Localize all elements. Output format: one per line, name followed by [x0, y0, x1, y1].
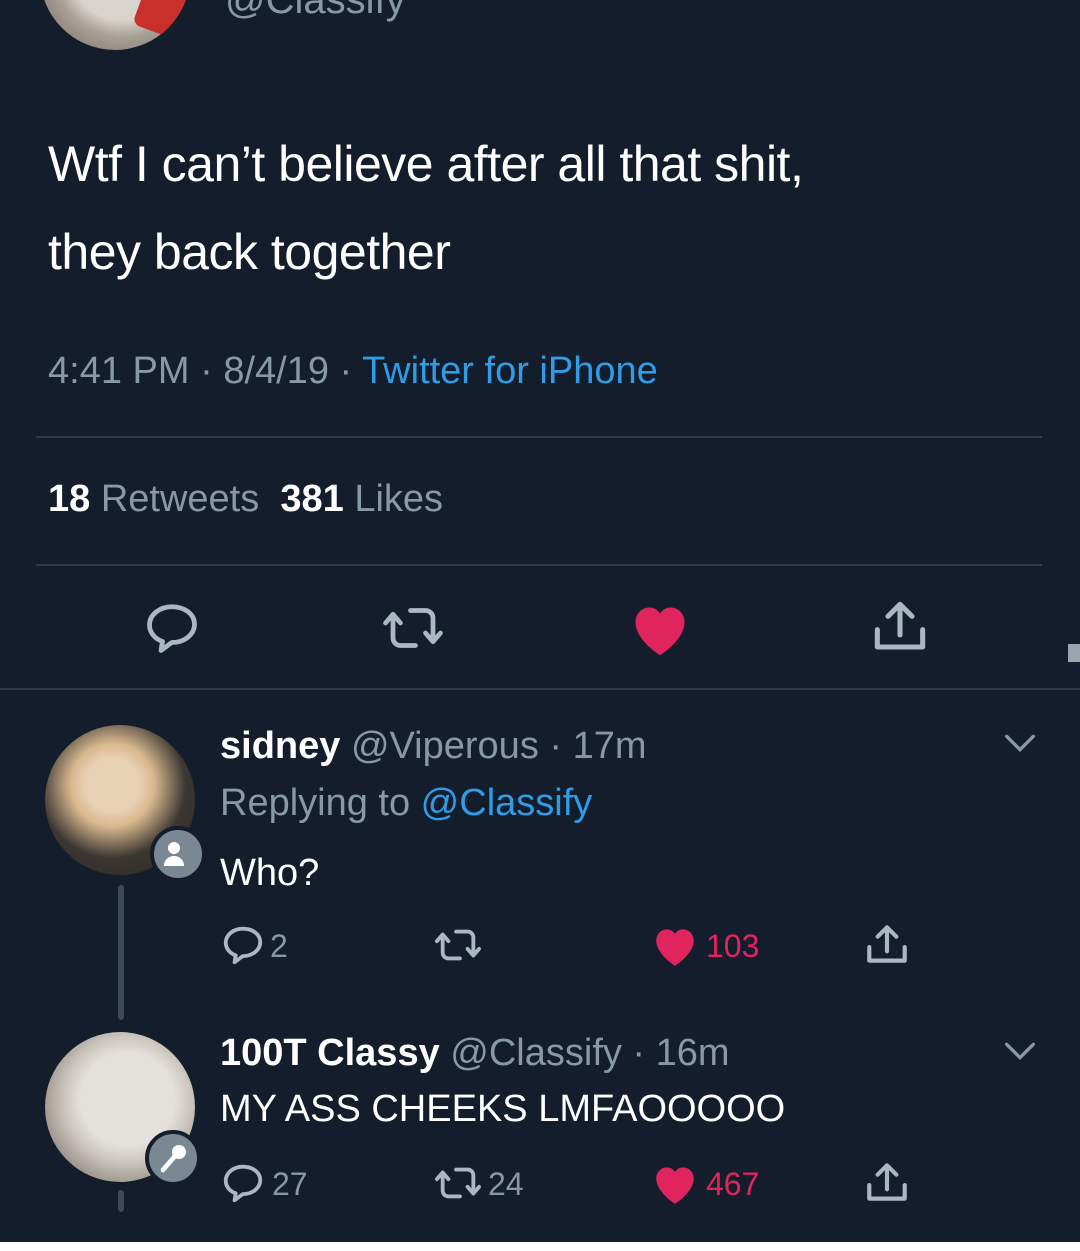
reply-icon[interactable] [220, 922, 266, 968]
like-count: 467 [706, 1166, 760, 1202]
retweets-count: 18 [48, 478, 91, 520]
reply-count: 27 [272, 1166, 308, 1202]
reply-text: Who? [220, 852, 320, 894]
divider [36, 436, 1042, 438]
reply-count: 2 [270, 928, 288, 964]
meta-separator: · [189, 350, 224, 392]
meta-separator: · [328, 350, 363, 392]
author-avatar[interactable] [40, 0, 190, 50]
thread-line [118, 885, 124, 1020]
user-icon [164, 842, 184, 866]
replying-to: Replying to @Classify [220, 782, 592, 825]
retweet-icon[interactable] [432, 1160, 484, 1206]
reply-text: MY ASS CHEEKS LMFAOOOOO [220, 1088, 786, 1130]
tweet-source-link[interactable]: Twitter for iPhone [362, 350, 658, 392]
tweet-time: 4:41 PM [48, 350, 190, 392]
replying-label: Replying to [220, 782, 421, 824]
mic-badge-icon [145, 1130, 201, 1186]
likes-stat[interactable]: 381 Likes [280, 478, 443, 520]
replying-to-handle[interactable]: @Classify [421, 782, 593, 824]
chevron-down-icon[interactable] [1000, 1036, 1040, 1066]
likes-count: 381 [280, 478, 344, 520]
thread-line [118, 1190, 124, 1212]
likes-label: Likes [343, 478, 444, 520]
tweet-text-line-1: Wtf I can’t believe after all that shit, [48, 136, 804, 192]
retweet-count: 24 [488, 1166, 524, 1202]
user-handle[interactable]: @Viperous [340, 725, 539, 767]
retweets-stat[interactable]: 18 Retweets [48, 478, 259, 520]
share-icon[interactable] [862, 920, 912, 970]
user-handle[interactable]: @Classify [440, 1032, 622, 1074]
tweet-stats: 18 Retweets 381 Likes [48, 478, 443, 521]
bottom-edge [0, 1242, 1080, 1251]
tweet-text: Wtf I can’t believe after all that shit,… [48, 120, 1028, 296]
reply-icon[interactable] [220, 1160, 266, 1206]
tweet-date: 8/4/19 [223, 350, 329, 392]
reply-header: sidney @Viperous · 17m [220, 725, 647, 768]
heart-icon[interactable] [650, 922, 700, 968]
scroll-indicator [1068, 644, 1080, 662]
like-count: 103 [706, 928, 760, 964]
reply-time: · 17m [538, 725, 647, 767]
tweet-text-line-2: they back together [48, 224, 451, 280]
reply-time: · 16m [621, 1032, 730, 1074]
divider [36, 564, 1042, 566]
retweets-label: Retweets [90, 478, 260, 520]
retweet-icon[interactable] [380, 598, 446, 658]
share-icon[interactable] [862, 1158, 912, 1208]
reply-header: 100T Classy @Classify · 16m [220, 1032, 730, 1075]
author-handle[interactable]: @Classify [225, 0, 406, 23]
heart-icon[interactable] [650, 1160, 700, 1206]
chevron-down-icon[interactable] [1000, 728, 1040, 758]
user-badge-icon [150, 826, 206, 882]
display-name[interactable]: sidney [220, 725, 340, 767]
share-icon[interactable] [868, 595, 932, 659]
display-name[interactable]: 100T Classy [220, 1032, 440, 1074]
microphone-icon [160, 1145, 186, 1173]
divider [0, 688, 1080, 690]
reply-icon[interactable] [142, 598, 202, 658]
heart-icon[interactable] [627, 598, 693, 658]
retweet-icon[interactable] [432, 922, 484, 968]
tweet-meta: 4:41 PM · 8/4/19 · Twitter for iPhone [48, 350, 658, 393]
